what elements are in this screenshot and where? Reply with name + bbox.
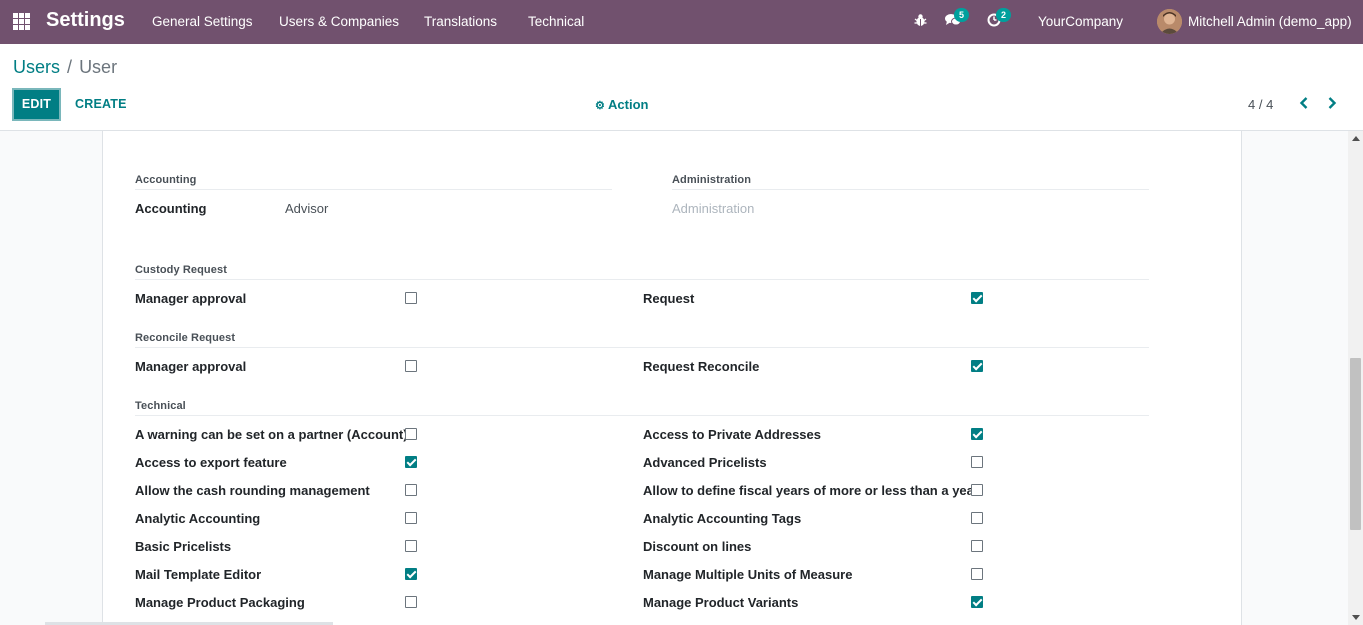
checkbox-technical[interactable] — [405, 540, 417, 552]
field-label-technical: Manage Product Packaging — [135, 595, 305, 610]
form-sheet: Accounting Accounting Advisor Administra… — [102, 131, 1242, 625]
field-label-custody-manager-approval: Manager approval — [135, 291, 247, 306]
group-divider — [135, 189, 612, 190]
group-title-custody-request: Custody Request — [135, 264, 227, 276]
edit-button[interactable]: EDIT — [12, 88, 61, 121]
group-title-technical: Technical — [135, 400, 186, 412]
vertical-scrollbar[interactable] — [1348, 131, 1363, 625]
apps-menu-icon[interactable] — [13, 13, 30, 30]
menu-users-companies[interactable]: Users & Companies — [279, 14, 399, 29]
action-label: Action — [608, 97, 649, 112]
group-divider — [135, 279, 1149, 280]
menu-general-settings[interactable]: General Settings — [152, 14, 253, 29]
form-content: Accounting Accounting Advisor Administra… — [0, 131, 1348, 625]
field-label-technical: Basic Pricelists — [135, 539, 232, 554]
checkbox-technical[interactable] — [405, 484, 417, 496]
field-value-accounting[interactable]: Advisor — [285, 201, 328, 216]
field-label-technical: Allow the cash rounding management — [135, 483, 370, 498]
breadcrumb-separator: / — [67, 57, 73, 77]
app-title[interactable]: Settings — [46, 9, 125, 32]
breadcrumb-users[interactable]: Users — [13, 57, 60, 77]
checkbox-technical[interactable] — [971, 596, 983, 608]
field-label-technical: Allow to define fiscal years of more or … — [643, 483, 979, 498]
field-label-technical: Access to export feature — [135, 455, 287, 470]
checkbox-custody-request[interactable] — [971, 292, 983, 304]
pager-next-icon[interactable] — [1326, 96, 1338, 113]
pager-value[interactable]: 4 / 4 — [1248, 97, 1273, 112]
action-dropdown[interactable]: ⚙ Action — [595, 97, 648, 112]
field-label-request-reconcile: Request Reconcile — [643, 359, 760, 374]
company-switcher[interactable]: YourCompany — [1038, 14, 1123, 29]
messages-badge: 5 — [954, 8, 969, 22]
gear-icon: ⚙ — [595, 100, 605, 112]
field-label-custody-request: Request — [643, 291, 695, 306]
checkbox-technical[interactable] — [971, 540, 983, 552]
group-title-reconcile-request: Reconcile Request — [135, 332, 236, 344]
group-divider — [672, 189, 1149, 190]
bug-icon[interactable] — [914, 13, 927, 30]
field-label-technical: Advanced Pricelists — [643, 455, 767, 470]
field-label-technical: Discount on lines — [643, 539, 752, 554]
checkbox-technical[interactable] — [405, 512, 417, 524]
activities-clock-icon[interactable]: 2 — [987, 8, 1011, 30]
group-divider — [135, 347, 1149, 348]
checkbox-request-reconcile[interactable] — [971, 360, 983, 372]
field-label-accounting: Accounting — [135, 201, 207, 216]
checkbox-technical[interactable] — [971, 568, 983, 580]
group-divider — [135, 415, 1149, 416]
checkbox-technical[interactable] — [405, 568, 417, 580]
checkbox-technical[interactable] — [971, 512, 983, 524]
create-button[interactable]: CREATE — [75, 97, 127, 111]
control-panel: Users / User EDIT CREATE ⚙ Action 4 / 4 — [0, 44, 1363, 131]
user-avatar[interactable] — [1157, 9, 1182, 34]
activities-badge: 2 — [996, 8, 1011, 22]
checkbox-technical[interactable] — [971, 484, 983, 496]
field-label-technical: Manage Product Variants — [643, 595, 799, 610]
checkbox-technical[interactable] — [405, 596, 417, 608]
pager-previous-icon[interactable] — [1298, 96, 1310, 113]
field-value-administration[interactable]: Administration — [672, 201, 754, 216]
field-label-technical: A warning can be set on a partner (Accou… — [135, 427, 408, 442]
group-title-administration: Administration — [672, 174, 752, 186]
scroll-up-arrow-icon[interactable] — [1352, 136, 1360, 141]
user-menu[interactable]: Mitchell Admin (demo_app) — [1188, 14, 1352, 29]
checkbox-technical[interactable] — [971, 428, 983, 440]
field-label-technical: Analytic Accounting — [135, 511, 261, 526]
field-label-technical: Mail Template Editor — [135, 567, 262, 582]
field-label-technical: Manage Multiple Units of Measure — [643, 567, 853, 582]
messages-icon[interactable]: 5 — [945, 8, 969, 30]
checkbox-custody-manager-approval[interactable] — [405, 292, 417, 304]
field-label-technical: Access to Private Addresses — [643, 427, 822, 442]
group-title-accounting: Accounting — [135, 174, 197, 186]
checkbox-technical[interactable] — [405, 456, 417, 468]
scroll-down-arrow-icon[interactable] — [1352, 615, 1360, 620]
top-navbar: Settings General Settings Users & Compan… — [0, 0, 1363, 44]
field-label-technical: Analytic Accounting Tags — [643, 511, 802, 526]
breadcrumb-current: User — [79, 57, 118, 77]
checkbox-reconcile-manager-approval[interactable] — [405, 360, 417, 372]
checkbox-technical[interactable] — [971, 456, 983, 468]
checkbox-technical[interactable] — [405, 428, 417, 440]
breadcrumb: Users / User — [13, 57, 117, 78]
field-label-reconcile-manager-approval: Manager approval — [135, 359, 247, 374]
menu-technical[interactable]: Technical — [528, 14, 584, 29]
scrollbar-thumb[interactable] — [1350, 358, 1361, 530]
menu-translations[interactable]: Translations — [424, 14, 497, 29]
